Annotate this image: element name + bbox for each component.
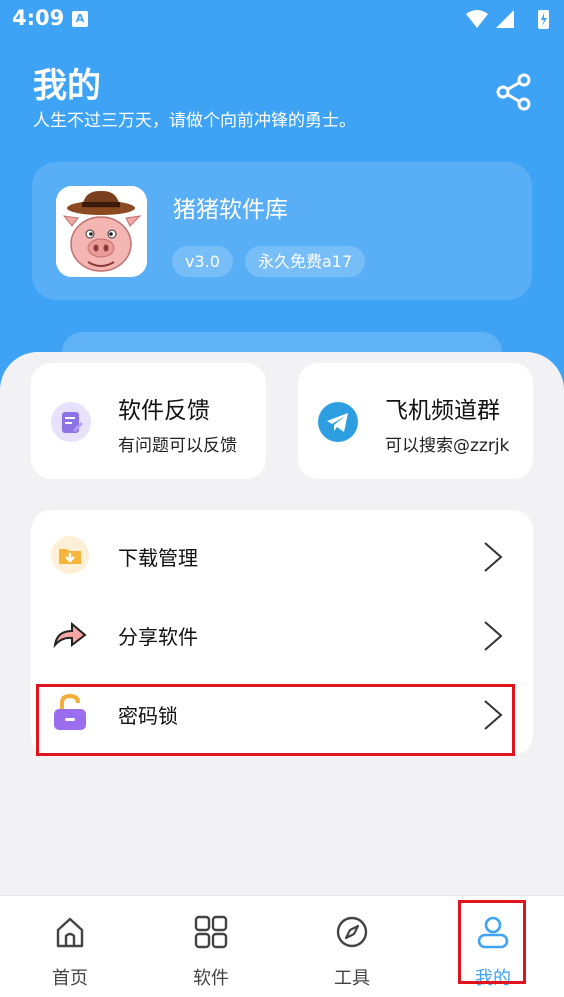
tab-home[interactable]: 首页 [10,896,130,997]
download-folder-icon [51,536,89,574]
telegram-card[interactable]: 飞机频道群 可以搜索@zzrjk [298,363,533,479]
telegram-icon [318,402,358,442]
pig-logo-icon [56,186,147,277]
menu-label-download: 下载管理 [118,546,198,570]
page-title: 我的 [33,66,101,106]
highlight-box-password-lock [36,684,515,756]
page-subtitle: 人生不过三万天，请做个向前冲锋的勇士。 [33,111,356,131]
share-arrow-icon [53,621,87,649]
chevron-right-icon [484,542,503,572]
status-icons [466,10,549,29]
wifi-icon [466,10,488,28]
feedback-card[interactable]: 软件反馈 有问题可以反馈 [31,363,266,479]
telegram-title: 飞机频道群 [385,398,500,424]
menu-item-download[interactable]: 下载管理 [31,515,533,593]
telegram-subtitle: 可以搜索@zzrjk [385,436,510,456]
feedback-icon [51,402,91,442]
tab-label-home: 首页 [52,968,88,989]
feedback-subtitle: 有问题可以反馈 [118,436,237,456]
menu-label-share: 分享软件 [118,625,198,649]
highlight-box-profile-tab [458,900,526,984]
notification-icon: A [72,11,88,27]
menu-item-share[interactable]: 分享软件 [31,594,533,672]
tab-software[interactable]: 软件 [151,896,271,997]
chevron-right-icon [484,621,503,651]
app-name: 猪猪软件库 [173,197,288,223]
home-icon [56,917,84,948]
tab-label-software: 软件 [193,968,229,989]
tab-label-tools: 工具 [334,968,370,989]
status-time: 4:09 [12,6,65,30]
status-bar: 4:09 A [0,0,564,38]
app-info-card: 猪猪软件库 v3.0 永久免费a17 [32,162,532,300]
version-badge: v3.0 [172,246,233,277]
license-badge: 永久免费a17 [245,246,366,277]
app-logo [56,186,147,277]
grid-icon [194,915,228,949]
tab-tools[interactable]: 工具 [292,896,412,997]
compass-icon [336,916,368,948]
share-icon[interactable] [494,72,534,112]
signal-icon [496,10,514,28]
feedback-title: 软件反馈 [118,398,210,424]
